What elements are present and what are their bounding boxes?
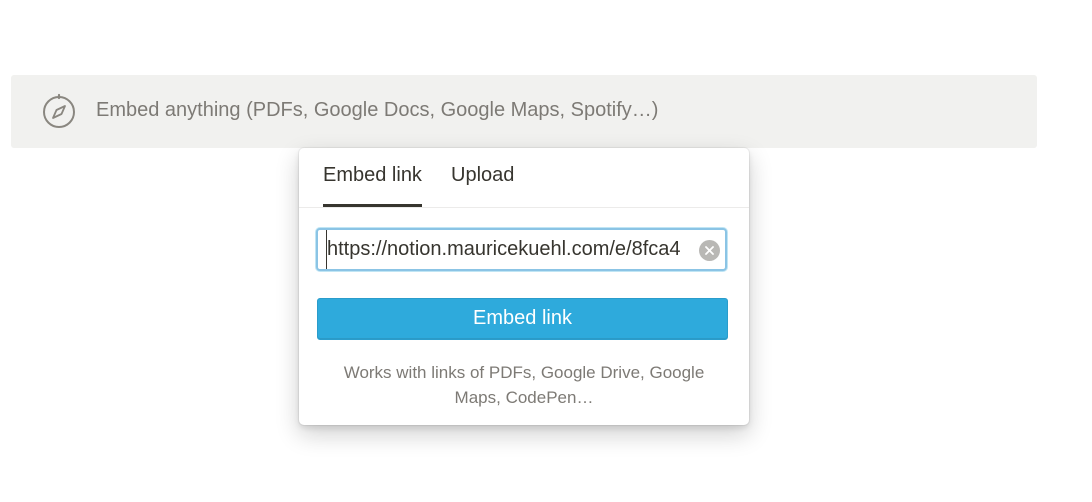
compass-icon	[41, 93, 77, 129]
embed-popover: Embed link Upload Embed link Works with …	[299, 148, 749, 425]
helper-text: Works with links of PDFs, Google Drive, …	[343, 363, 705, 407]
tab-upload[interactable]: Upload	[451, 164, 514, 187]
tab-embed-link[interactable]: Embed link	[323, 164, 422, 207]
url-input[interactable]	[326, 230, 699, 269]
popover-tabs: Embed link Upload	[299, 148, 749, 208]
embed-block[interactable]: Embed anything (PDFs, Google Docs, Googl…	[11, 75, 1037, 148]
embed-link-button[interactable]: Embed link	[317, 298, 728, 340]
url-field	[316, 228, 727, 271]
clear-circle-icon[interactable]	[699, 240, 720, 261]
embed-placeholder-text: Embed anything (PDFs, Google Docs, Googl…	[96, 99, 659, 121]
